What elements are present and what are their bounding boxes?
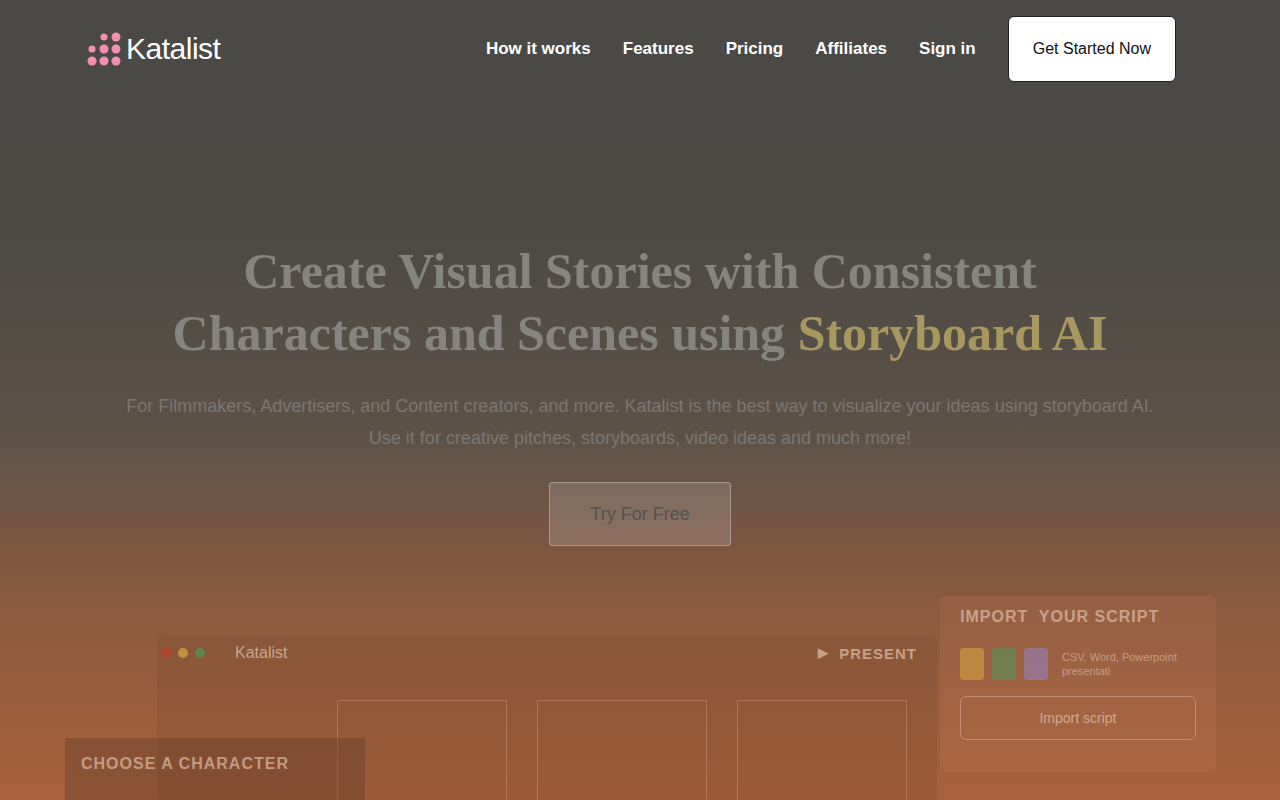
file-format-icon — [960, 648, 984, 680]
title-line: Create Visual Stories with Consistent — [243, 240, 1037, 302]
hero-subtitle: For Filmmakers, Advertisers, and Content… — [126, 390, 1153, 454]
app-name: Katalist — [223, 644, 287, 662]
format-icons — [960, 648, 1048, 680]
title-highlight: Storyboard AI — [798, 305, 1108, 361]
landing-page: Katalist How it works Features Pricing Affil… — [0, 0, 1280, 800]
nav-link[interactable]: Affiliates — [815, 39, 887, 59]
hero: Create Visual Stories with ConsistentCha… — [0, 98, 1280, 546]
play-icon: ▶ — [818, 645, 829, 662]
dots-logo-icon — [86, 31, 122, 67]
formats-text: CSV, Word, Powerpoint presentati — [1062, 650, 1196, 678]
get-started-button[interactable]: Get Started Now — [1008, 16, 1176, 82]
import-panel-title: IMPORT YOUR SCRIPT — [960, 608, 1196, 626]
file-format-icon — [1024, 648, 1048, 680]
character-panel: CHOOSE A CHARACTER — [65, 738, 365, 800]
nav-link[interactable]: Features — [623, 39, 694, 59]
present-button[interactable]: ▶PRESENT — [818, 645, 917, 662]
storyboard-frame — [537, 700, 707, 800]
top-nav: Katalist How it works Features Pricing Affil… — [0, 0, 1280, 98]
logo[interactable]: Katalist — [86, 31, 220, 67]
nav-link[interactable]: Sign in — [919, 39, 976, 59]
storyboard-frame — [737, 700, 907, 800]
window-bar: Katalist ▶PRESENT — [157, 636, 937, 670]
subtitle-line: For Filmmakers, Advertisers, and Content… — [126, 390, 1153, 422]
window-dot[interactable] — [195, 648, 205, 658]
subtitle-line: Use it for creative pitches, storyboards… — [126, 422, 1153, 454]
nav-link[interactable]: Pricing — [726, 39, 784, 59]
nav-links: How it works Features Pricing Affiliates Sig… — [486, 16, 1176, 82]
title-line: Characters and Scenes using Storyboard A… — [173, 302, 1108, 364]
import-panel: IMPORT YOUR SCRIPT CSV, Word, Powerpoint … — [940, 596, 1216, 772]
format-row: CSV, Word, Powerpoint presentati — [960, 648, 1196, 680]
window-dot[interactable] — [161, 648, 171, 658]
window-dot[interactable] — [178, 648, 188, 658]
character-panel-title: CHOOSE A CHARACTER — [81, 755, 289, 772]
import-script-button[interactable]: Import script — [960, 696, 1196, 740]
file-format-icon — [992, 648, 1016, 680]
logo-text: Katalist — [126, 32, 220, 66]
window-controls — [161, 648, 205, 658]
try-free-button[interactable]: Try For Free — [549, 482, 730, 546]
hero-title: Create Visual Stories with ConsistentCha… — [173, 240, 1108, 364]
nav-link[interactable]: How it works — [486, 39, 591, 59]
